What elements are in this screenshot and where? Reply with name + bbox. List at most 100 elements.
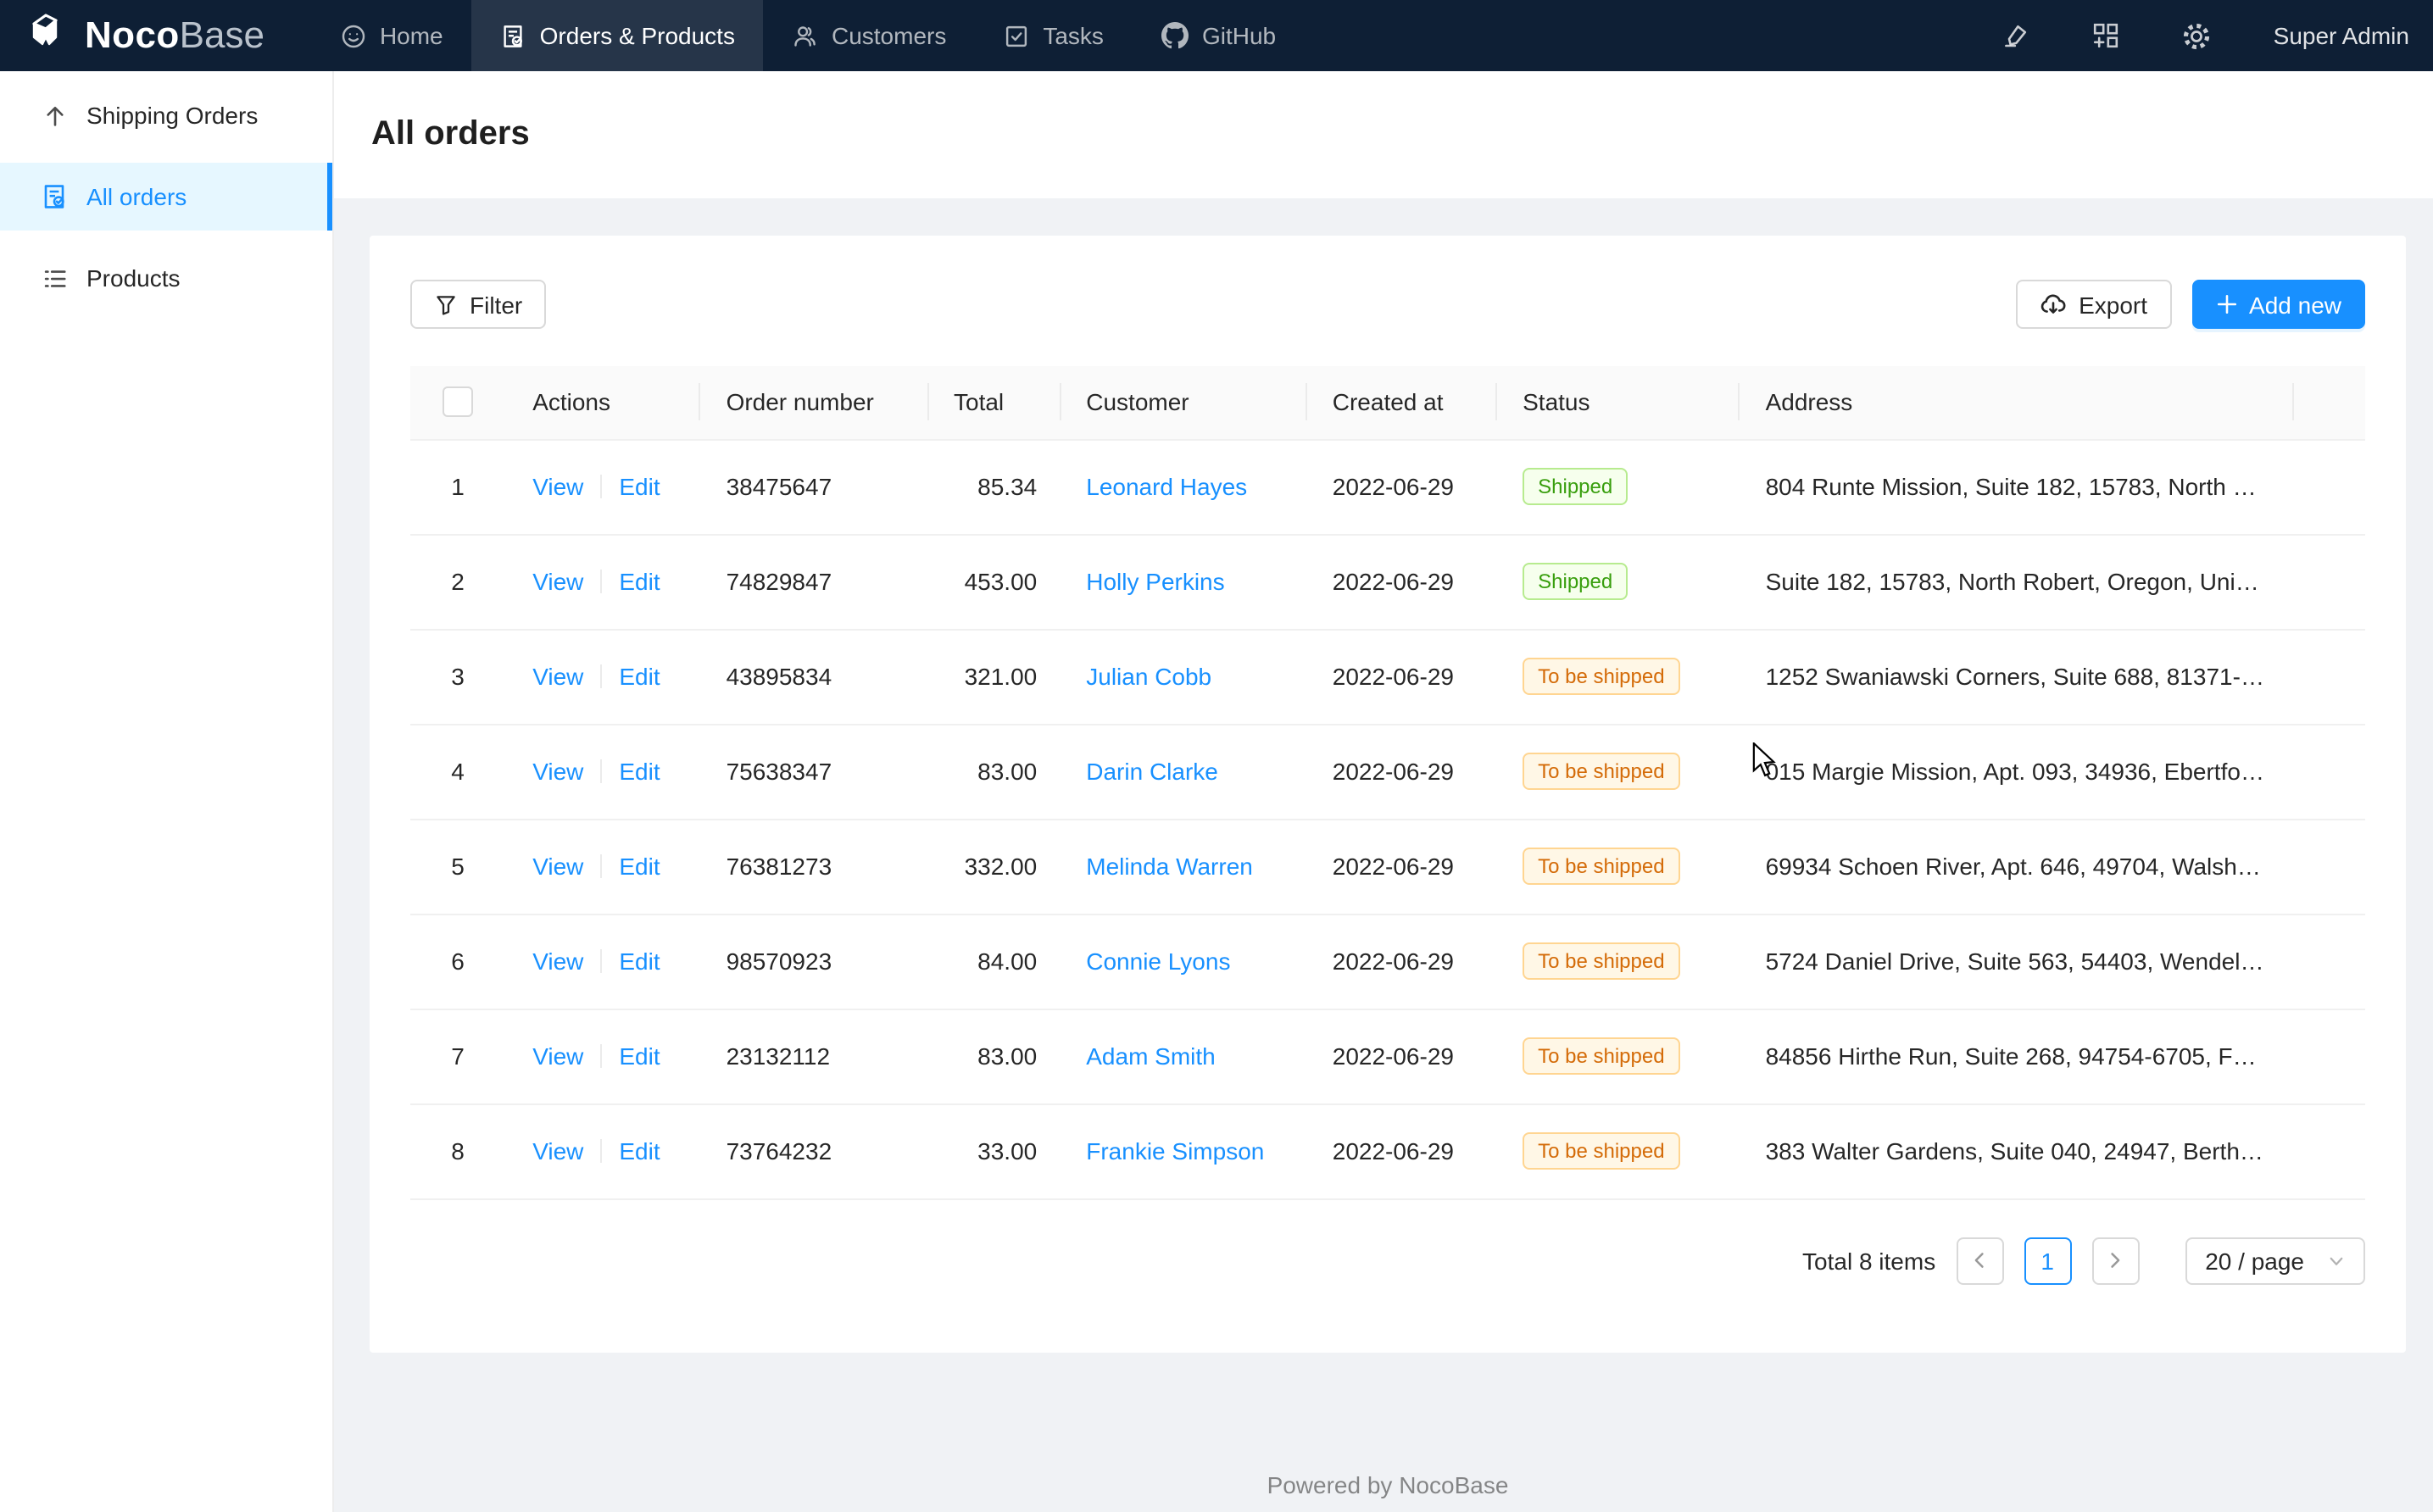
- order-number-cell: 43895834: [699, 629, 927, 724]
- created-at-cell: 2022-06-29: [1306, 914, 1495, 1009]
- user-menu[interactable]: Super Admin: [2274, 22, 2409, 49]
- column-header-total[interactable]: Total: [927, 366, 1059, 439]
- table-row[interactable]: 4 ViewEdit 75638347 83.00 Darin Clarke 2…: [410, 724, 2365, 819]
- edit-link[interactable]: Edit: [619, 473, 660, 500]
- total-cell: 85.34: [927, 439, 1059, 534]
- actions-divider: [600, 1044, 602, 1068]
- unordered-list-icon: [41, 265, 68, 291]
- edit-link[interactable]: Edit: [619, 663, 660, 690]
- view-link[interactable]: View: [532, 853, 583, 880]
- tab-customers[interactable]: Customers: [764, 0, 975, 71]
- customer-link[interactable]: Connie Lyons: [1086, 948, 1230, 975]
- view-link[interactable]: View: [532, 568, 583, 595]
- edit-link[interactable]: Edit: [619, 1042, 660, 1070]
- column-header-spacer: [2292, 366, 2365, 439]
- pagination-prev-button[interactable]: [1956, 1237, 2003, 1284]
- view-link[interactable]: View: [532, 1042, 583, 1070]
- table-row[interactable]: 1 ViewEdit 38475647 85.34 Leonard Hayes …: [410, 439, 2365, 534]
- view-link[interactable]: View: [532, 948, 583, 975]
- order-number-cell: 38475647: [699, 439, 927, 534]
- tab-tasks[interactable]: Tasks: [975, 0, 1133, 71]
- tab-github[interactable]: GitHub: [1133, 0, 1305, 71]
- sidebar-item-shipping-orders[interactable]: Shipping Orders: [0, 81, 332, 149]
- tab-label: Tasks: [1043, 22, 1104, 49]
- table-row[interactable]: 2 ViewEdit 74829847 453.00 Holly Perkins…: [410, 534, 2365, 629]
- row-index: 2: [410, 534, 505, 629]
- customer-link[interactable]: Darin Clarke: [1086, 758, 1218, 785]
- add-new-button[interactable]: Add new: [2191, 280, 2365, 329]
- customer-link[interactable]: Julian Cobb: [1086, 663, 1211, 690]
- edit-link[interactable]: Edit: [619, 1137, 660, 1165]
- customer-link[interactable]: Leonard Hayes: [1086, 473, 1247, 500]
- tab-orders-and-products[interactable]: Orders & Products: [472, 0, 764, 71]
- customer-link[interactable]: Frankie Simpson: [1086, 1137, 1264, 1165]
- tab-label: Customers: [832, 22, 946, 49]
- app-window: NocoBase Home: [0, 0, 2433, 1512]
- status-cell: Shipped: [1495, 534, 1738, 629]
- export-button[interactable]: Export: [2016, 280, 2171, 329]
- edit-link[interactable]: Edit: [619, 758, 660, 785]
- actions-divider: [600, 759, 602, 783]
- created-at-cell: 2022-06-29: [1306, 629, 1495, 724]
- column-header-customer[interactable]: Customer: [1059, 366, 1306, 439]
- status-cell: To be shipped: [1495, 1009, 1738, 1103]
- export-label: Export: [2079, 291, 2147, 318]
- status-cell: To be shipped: [1495, 1103, 1738, 1198]
- sidebar-item-products[interactable]: Products: [0, 244, 332, 312]
- order-number-cell: 76381273: [699, 819, 927, 914]
- table-row[interactable]: 7 ViewEdit 23132112 83.00 Adam Smith 202…: [410, 1009, 2365, 1103]
- ui-editor-highlighter-icon[interactable]: [2002, 22, 2029, 49]
- table-row[interactable]: 8 ViewEdit 73764232 33.00 Frankie Simpso…: [410, 1103, 2365, 1198]
- plugin-manager-icon[interactable]: [2092, 22, 2119, 49]
- filter-label: Filter: [470, 291, 522, 318]
- table-row[interactable]: 6 ViewEdit 98570923 84.00 Connie Lyons 2…: [410, 914, 2365, 1009]
- spacer-cell: [2292, 1103, 2365, 1198]
- view-link[interactable]: View: [532, 758, 583, 785]
- order-form-icon: [501, 23, 526, 48]
- select-all-checkbox[interactable]: [443, 387, 473, 418]
- customer-link[interactable]: Adam Smith: [1086, 1042, 1216, 1070]
- actions-divider: [600, 570, 602, 593]
- row-actions: View Edit: [505, 914, 699, 1009]
- edit-link[interactable]: Edit: [619, 853, 660, 880]
- row-actions: View Edit: [505, 534, 699, 629]
- powered-by-footer: Powered by NocoBase: [370, 1471, 2406, 1498]
- order-number-cell: 98570923: [699, 914, 927, 1009]
- edit-link[interactable]: Edit: [619, 948, 660, 975]
- view-link[interactable]: View: [532, 1137, 583, 1165]
- column-header-status[interactable]: Status: [1495, 366, 1738, 439]
- customer-link[interactable]: Melinda Warren: [1086, 853, 1253, 880]
- tab-label: Home: [380, 22, 443, 49]
- chevron-down-icon: [2328, 1252, 2345, 1269]
- total-cell: 453.00: [927, 534, 1059, 629]
- row-index: 5: [410, 819, 505, 914]
- created-at-cell: 2022-06-29: [1306, 724, 1495, 819]
- column-header-address[interactable]: Address: [1739, 366, 2292, 439]
- row-actions: View Edit: [505, 629, 699, 724]
- table-row[interactable]: 5 ViewEdit 76381273 332.00 Melinda Warre…: [410, 819, 2365, 914]
- sidebar-item-all-orders[interactable]: All orders: [0, 163, 332, 231]
- table-row[interactable]: 3 ViewEdit 43895834 321.00 Julian Cobb 2…: [410, 629, 2365, 724]
- view-link[interactable]: View: [532, 473, 583, 500]
- logo-text-base: Base: [180, 14, 264, 56]
- address-cell: 84856 Hirthe Run, Suite 268, 94754-6705,…: [1739, 1009, 2292, 1103]
- column-header-actions[interactable]: Actions: [505, 366, 699, 439]
- github-icon: [1161, 22, 1189, 49]
- cloud-download-icon: [2040, 291, 2067, 318]
- customer-link[interactable]: Holly Perkins: [1086, 568, 1224, 595]
- view-link[interactable]: View: [532, 663, 583, 690]
- spacer-cell: [2292, 439, 2365, 534]
- total-cell: 33.00: [927, 1103, 1059, 1198]
- row-index: 6: [410, 914, 505, 1009]
- nocobase-logo[interactable]: NocoBase: [24, 8, 264, 64]
- page-size-select[interactable]: 20 / page: [2185, 1237, 2365, 1284]
- status-badge: Shipped: [1523, 468, 1628, 505]
- edit-link[interactable]: Edit: [619, 568, 660, 595]
- pagination-page-1[interactable]: 1: [2024, 1237, 2071, 1284]
- pagination-next-button[interactable]: [2091, 1237, 2139, 1284]
- tab-home[interactable]: Home: [312, 0, 472, 71]
- filter-button[interactable]: Filter: [410, 280, 546, 329]
- settings-gear-icon[interactable]: [2182, 21, 2211, 50]
- column-header-order-number[interactable]: Order number: [699, 366, 927, 439]
- column-header-created-at[interactable]: Created at: [1306, 366, 1495, 439]
